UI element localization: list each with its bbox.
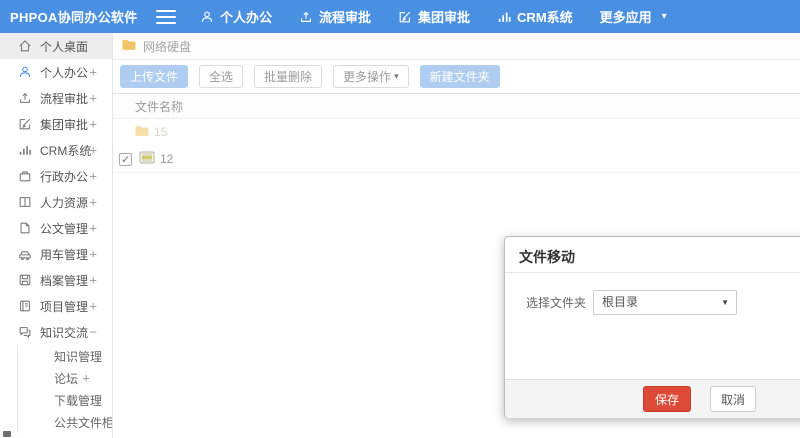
sidebar-item-personal-office[interactable]: 个人办公 + bbox=[0, 59, 112, 85]
top-navigation: 个人办公 流程审批 集团审批 CRM系统 更多应用 ▾ bbox=[200, 7, 667, 26]
topnav-more-apps[interactable]: 更多应用 ▾ bbox=[600, 7, 667, 26]
file-name[interactable]: 15 bbox=[154, 125, 167, 139]
sidebar-item-knowledge-exchange[interactable]: 知识交流 − bbox=[0, 319, 112, 345]
more-operations-button[interactable]: 更多操作 ▾ bbox=[333, 65, 409, 88]
row-checkbox[interactable] bbox=[119, 152, 132, 166]
expand-plus[interactable]: + bbox=[89, 273, 97, 288]
sidebar-item-document-management[interactable]: 公文管理 + bbox=[0, 215, 112, 241]
app-logo: PHPOA协同办公软件 bbox=[10, 10, 138, 25]
sidebar-subitem-knowledge-management[interactable]: 知识管理 bbox=[18, 345, 112, 367]
sidebar-subitem-forum[interactable]: 论坛 + bbox=[18, 367, 112, 389]
sidebar-item-workflow-approval[interactable]: 流程审批 + bbox=[0, 85, 112, 111]
sidebar-item-project-management[interactable]: 项目管理 + bbox=[0, 293, 112, 319]
expand-plus[interactable]: + bbox=[89, 195, 97, 210]
person-icon bbox=[18, 65, 32, 79]
file-name[interactable]: 12 bbox=[160, 152, 173, 166]
expand-plus[interactable]: + bbox=[89, 91, 97, 106]
sidebar-item-crm-system[interactable]: CRM系统 + bbox=[0, 137, 112, 163]
edit-icon bbox=[18, 117, 32, 131]
sidebar-subitem-download-management[interactable]: 下载管理 bbox=[18, 389, 112, 411]
app-window: PHPOA协同办公软件 个人办公 流程审批 集团审批 CRM系统 更多应用 ▾ bbox=[0, 0, 800, 438]
cancel-button[interactable]: 取消 bbox=[710, 386, 757, 412]
dialog-header: 文件移动 bbox=[505, 237, 800, 273]
export-box-icon bbox=[18, 91, 32, 105]
topnav-workflow-approval[interactable]: 流程审批 bbox=[299, 7, 371, 26]
bar-chart-icon bbox=[18, 143, 32, 157]
breadcrumb-label: 网络硬盘 bbox=[143, 39, 192, 54]
toolbar: 上传文件 全选 批量删除 更多操作 ▾ 新建文件夹 bbox=[113, 60, 800, 93]
export-box-icon bbox=[299, 10, 313, 24]
table-row-folder-15[interactable]: 15 bbox=[113, 119, 800, 146]
topnav-personal-office[interactable]: 个人办公 bbox=[200, 7, 272, 26]
select-folder-label: 选择文件夹 bbox=[526, 296, 587, 310]
table-row-file-12[interactable]: 12 bbox=[113, 146, 800, 173]
expand-plus[interactable]: + bbox=[89, 221, 97, 236]
edit-icon bbox=[398, 10, 412, 24]
dialog-title: 文件移动 bbox=[519, 249, 575, 265]
expand-plus[interactable]: + bbox=[89, 299, 97, 314]
sidebar-item-desktop[interactable]: 个人桌面 bbox=[0, 33, 112, 59]
file-text-icon bbox=[18, 221, 32, 235]
expand-plus[interactable]: + bbox=[89, 169, 97, 184]
folder-icon bbox=[121, 38, 136, 54]
home-icon bbox=[18, 39, 32, 53]
select-all-button[interactable]: 全选 bbox=[199, 65, 244, 88]
archive-icon bbox=[18, 273, 32, 287]
select-caret-icon: ▼ bbox=[721, 298, 730, 307]
person-icon bbox=[200, 10, 214, 24]
clipped-sidebar-fragment bbox=[3, 431, 11, 437]
sidebar-item-human-resources[interactable]: 人力资源 + bbox=[0, 189, 112, 215]
menu-toggle-icon[interactable] bbox=[156, 9, 176, 24]
collapse-minus[interactable]: − bbox=[89, 325, 97, 340]
file-icon bbox=[139, 151, 155, 167]
chat-bubbles-icon bbox=[18, 325, 32, 339]
new-folder-button[interactable]: 新建文件夹 bbox=[419, 65, 500, 88]
sidebar-item-archive-management[interactable]: 档案管理 + bbox=[0, 267, 112, 293]
folder-select[interactable]: 根目录 ▼ bbox=[593, 290, 738, 315]
save-button[interactable]: 保存 bbox=[643, 386, 692, 412]
book-icon bbox=[18, 195, 32, 209]
sidebar-item-group-approval[interactable]: 集团审批 + bbox=[0, 111, 112, 137]
sidebar: 个人桌面 个人办公 + 流程审批 + 集团审批 + CRM系统 + 行政办公 + bbox=[0, 33, 113, 438]
caret-down-icon: ▾ bbox=[394, 71, 399, 81]
car-icon bbox=[18, 247, 32, 261]
upload-file-button[interactable]: 上传文件 bbox=[120, 65, 189, 88]
notebook-icon bbox=[18, 299, 32, 313]
briefcase-icon bbox=[18, 169, 32, 183]
expand-plus[interactable]: + bbox=[89, 247, 97, 262]
breadcrumb: 网络硬盘 bbox=[113, 33, 800, 60]
sidebar-subitem-public-file-cabinet[interactable]: 公共文件柜 bbox=[18, 411, 112, 433]
file-move-dialog: 文件移动 选择文件夹 根目录 ▼ 保存 取消 bbox=[504, 236, 800, 418]
folder-select-value: 根目录 bbox=[602, 295, 639, 309]
dialog-footer: 保存 取消 bbox=[505, 379, 800, 418]
expand-plus[interactable]: + bbox=[82, 371, 90, 386]
sidebar-item-vehicle-management[interactable]: 用车管理 + bbox=[0, 241, 112, 267]
bar-chart-icon bbox=[497, 10, 511, 24]
topbar: PHPOA协同办公软件 个人办公 流程审批 集团审批 CRM系统 更多应用 ▾ bbox=[0, 0, 800, 33]
file-table: 文件名称 15 12 bbox=[113, 93, 800, 173]
table-header-filename: 文件名称 bbox=[113, 94, 800, 119]
topnav-crm-system[interactable]: CRM系统 bbox=[497, 7, 573, 26]
dialog-body: 选择文件夹 根目录 ▼ bbox=[505, 273, 800, 379]
caret-down-icon: ▾ bbox=[661, 10, 667, 22]
expand-plus[interactable]: + bbox=[89, 65, 97, 80]
folder-icon bbox=[134, 124, 149, 140]
sidebar-item-administration[interactable]: 行政办公 + bbox=[0, 163, 112, 189]
batch-delete-button[interactable]: 批量删除 bbox=[254, 65, 323, 88]
expand-plus[interactable]: + bbox=[89, 117, 97, 132]
expand-plus[interactable]: + bbox=[89, 143, 97, 158]
sidebar-submenu: 知识管理 论坛 + 下载管理 公共文件柜 bbox=[17, 345, 112, 433]
topnav-group-approval[interactable]: 集团审批 bbox=[398, 7, 470, 26]
